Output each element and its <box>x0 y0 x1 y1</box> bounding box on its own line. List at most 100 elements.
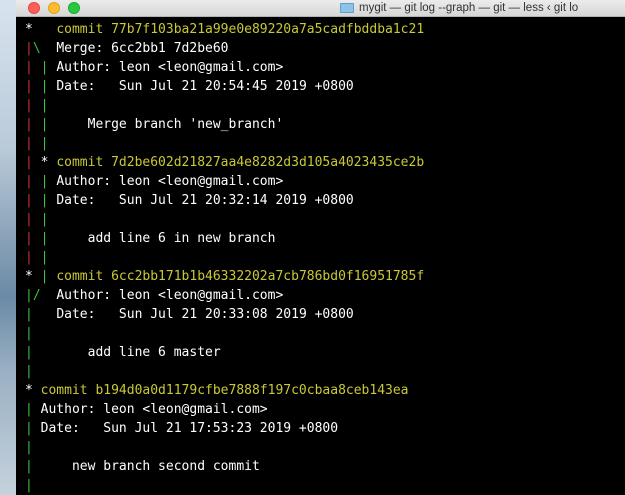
terminal-line: * commit b194d0a0d1179cfbe7888f197c0cbaa… <box>25 381 409 400</box>
terminal-line: | <box>25 476 33 495</box>
terminal-line: |/ Author: leon <leon@gmail.com> <box>25 286 283 305</box>
commit-hash-line: commit 77b7f103ba21a99e0e89220a7a5cadfbd… <box>56 22 425 37</box>
terminal-line: | | <box>25 134 48 153</box>
graph-segment: \ <box>32 41 41 56</box>
terminal-line: | add line 6 master <box>25 343 221 362</box>
graph-segment: | <box>25 364 33 379</box>
terminal-line: | | Date: Sun Jul 21 20:32:14 2019 +0800 <box>25 191 354 210</box>
log-text: add line 6 in new branch <box>56 231 276 246</box>
graph-segment <box>33 345 56 360</box>
terminal-line: | | Author: leon <leon@gmail.com> <box>25 58 283 77</box>
log-text: Merge: 6cc2bb1 7d2be60 <box>56 41 229 56</box>
terminal-line: | | Merge branch 'new_branch' <box>25 115 283 134</box>
terminal-line: * commit 77b7f103ba21a99e0e89220a7a5cadf… <box>25 20 424 39</box>
log-text: Date: Sun Jul 21 20:54:45 2019 +0800 <box>56 79 354 94</box>
graph-segment <box>33 269 41 284</box>
graph-commit-marker: * <box>25 383 33 398</box>
window-title-text: mygit — git log --graph — git — less ‹ g… <box>359 2 579 14</box>
terminal-line: |\ Merge: 6cc2bb1 7d2be60 <box>25 39 229 58</box>
graph-segment <box>33 307 56 322</box>
graph-segment <box>33 383 41 398</box>
graph-segment: | <box>25 231 33 246</box>
commit-hash-line: commit 6cc2bb171b1b46332202a7cb786bd0f16… <box>56 269 425 284</box>
terminal-line: | <box>25 324 33 343</box>
graph-segment: | <box>25 478 33 493</box>
graph-segment: | <box>25 60 33 75</box>
terminal-line: | | Date: Sun Jul 21 20:54:45 2019 +0800 <box>25 77 354 96</box>
graph-segment: | <box>25 155 33 170</box>
close-window-button[interactable] <box>28 2 40 14</box>
graph-segment: | <box>25 79 33 94</box>
graph-segment <box>33 250 41 265</box>
terminal-line: | | add line 6 in new branch <box>25 229 275 248</box>
window-title: mygit — git log --graph — git — less ‹ g… <box>340 0 578 16</box>
graph-segment <box>33 231 41 246</box>
graph-segment <box>33 117 41 132</box>
maximize-window-button[interactable] <box>68 2 80 14</box>
graph-segment: | <box>25 193 33 208</box>
graph-segment: | <box>25 345 33 360</box>
terminal-line: | Date: Sun Jul 21 17:53:23 2019 +0800 <box>25 419 338 438</box>
log-text: Merge branch 'new_branch' <box>56 117 284 132</box>
graph-segment: | <box>25 326 33 341</box>
terminal-line: | | <box>25 96 48 115</box>
terminal-line: | | <box>25 210 48 229</box>
log-text: Date: Sun Jul 21 17:53:23 2019 +0800 <box>40 421 339 436</box>
graph-segment: | <box>25 41 33 56</box>
graph-segment <box>41 288 57 303</box>
graph-segment: | <box>25 402 33 417</box>
log-text: Author: leon <leon@gmail.com> <box>56 288 284 303</box>
graph-segment: | <box>25 136 33 151</box>
graph-segment: | <box>25 440 33 455</box>
terminal-line: | * commit 7d2be602d21827aa4e8282d3d105a… <box>25 153 424 172</box>
graph-segment <box>33 212 41 227</box>
graph-segment <box>33 60 41 75</box>
log-text: Date: Sun Jul 21 20:33:08 2019 +0800 <box>56 307 354 322</box>
graph-segment <box>41 41 57 56</box>
minimize-window-button[interactable] <box>48 2 60 14</box>
graph-segment <box>33 459 41 474</box>
graph-segment: | <box>25 307 33 322</box>
graph-segment <box>33 402 41 417</box>
terminal-line: | <box>25 362 33 381</box>
graph-segment: | <box>25 421 33 436</box>
log-text: add line 6 master <box>56 345 221 360</box>
terminal-line: | <box>25 438 33 457</box>
graph-segment: | <box>25 459 33 474</box>
graph-segment <box>33 421 41 436</box>
graph-segment: | <box>25 212 33 227</box>
folder-icon <box>340 3 354 13</box>
graph-segment <box>33 136 41 151</box>
graph-segment: | <box>40 136 49 151</box>
graph-commit-marker: * <box>25 269 33 284</box>
terminal-line: | new branch second commit <box>25 457 260 476</box>
graph-segment <box>33 79 41 94</box>
graph-segment <box>33 22 56 37</box>
graph-segment: | <box>25 98 33 113</box>
graph-commit-marker: * <box>25 22 33 37</box>
graph-segment: | <box>25 288 33 303</box>
graph-segment <box>33 155 41 170</box>
graph-segment <box>33 174 41 189</box>
graph-segment: | <box>25 250 33 265</box>
commit-hash-line: commit 7d2be602d21827aa4e8282d3d105a4023… <box>56 155 425 170</box>
graph-segment: | <box>40 250 49 265</box>
desktop-background <box>0 0 16 495</box>
log-text: Author: leon <leon@gmail.com> <box>40 402 268 417</box>
log-text: Date: Sun Jul 21 20:32:14 2019 +0800 <box>56 193 354 208</box>
graph-segment: | <box>25 117 33 132</box>
terminal-output[interactable]: * commit 77b7f103ba21a99e0e89220a7a5cadf… <box>16 17 625 495</box>
terminal-line: | | Author: leon <leon@gmail.com> <box>25 172 283 191</box>
log-text: Author: leon <leon@gmail.com> <box>56 174 284 189</box>
graph-segment <box>33 193 41 208</box>
graph-segment: | <box>40 212 49 227</box>
graph-segment: | <box>25 174 33 189</box>
commit-hash-line: commit b194d0a0d1179cfbe7888f197c0cbaa8c… <box>40 383 409 398</box>
terminal-line: | | <box>25 248 48 267</box>
graph-segment <box>33 98 41 113</box>
terminal-line: * | commit 6cc2bb171b1b46332202a7cb786bd… <box>25 267 424 286</box>
graph-segment: | <box>40 98 49 113</box>
window-titlebar[interactable]: mygit — git log --graph — git — less ‹ g… <box>16 0 625 17</box>
terminal-line: | Date: Sun Jul 21 20:33:08 2019 +0800 <box>25 305 354 324</box>
log-text: Author: leon <leon@gmail.com> <box>56 60 284 75</box>
